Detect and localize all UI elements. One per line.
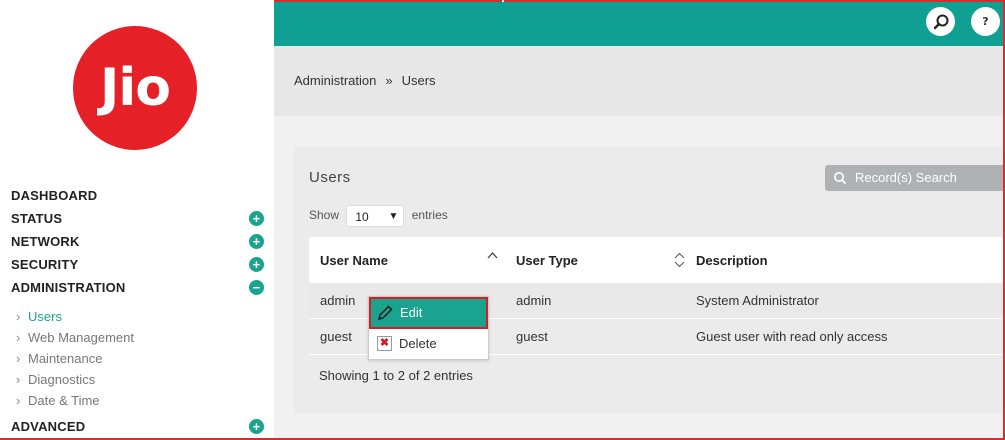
help-button[interactable]: ?: [971, 7, 1000, 36]
collapse-minus-icon[interactable]: −: [249, 280, 264, 295]
main-nav: DASHBOARD STATUS + NETWORK + SECURITY + …: [0, 184, 274, 438]
subnav-item-label: Users: [28, 309, 62, 324]
cell-user-type: guest: [516, 318, 696, 355]
chevron-right-icon: ›: [16, 372, 21, 387]
search-icon: [933, 14, 948, 29]
cell-description: Guest user with read only access: [696, 318, 1005, 355]
column-header-user-name[interactable]: User Name: [309, 237, 516, 283]
table-info: Showing 1 to 2 of 2 entries: [319, 368, 473, 383]
nav-item-label: ADMINISTRATION: [11, 280, 126, 295]
help-icon: ?: [982, 15, 989, 28]
subnav-item-web-management[interactable]: › Web Management: [0, 327, 274, 348]
pencil-icon: [376, 304, 394, 325]
subnav-item-date-time[interactable]: › Date & Time: [0, 390, 274, 411]
breadcrumb: Administration » Users: [294, 73, 436, 88]
nav-item-dashboard[interactable]: DASHBOARD: [0, 184, 274, 207]
cell-description: System Administrator: [696, 283, 1005, 319]
subnav-item-diagnostics[interactable]: › Diagnostics: [0, 369, 274, 390]
breadcrumb-bar: Administration » Users: [274, 46, 1005, 116]
table-header-row: User Name User Type Description: [309, 237, 1005, 283]
top-header: ?: [274, 2, 1005, 46]
expand-plus-icon[interactable]: +: [249, 211, 264, 226]
chevron-right-icon: ›: [16, 330, 21, 345]
subnav-item-label: Diagnostics: [28, 372, 96, 387]
edit-menu-item[interactable]: Edit: [369, 297, 488, 329]
nav-item-security[interactable]: SECURITY +: [0, 253, 274, 276]
breadcrumb-current: Users: [401, 73, 436, 88]
jio-logo: Jio: [73, 26, 197, 150]
nav-item-advanced[interactable]: ADVANCED +: [0, 415, 274, 438]
users-panel: Users Record(s) Search Show 10 ▼ entries…: [294, 146, 1005, 414]
chevron-right-icon: ›: [16, 309, 21, 324]
subnav-item-label: Maintenance: [28, 351, 103, 366]
nav-item-label: ADVANCED: [11, 419, 86, 434]
row-context-menu: Edit ✖ Delete: [368, 296, 489, 360]
expand-plus-icon[interactable]: +: [249, 234, 264, 249]
page-size-value: 10: [355, 209, 369, 224]
subnav-item-label: Web Management: [28, 330, 134, 345]
delete-label: Delete: [399, 336, 437, 351]
column-header-user-type[interactable]: User Type: [516, 237, 696, 283]
entries-label: entries: [411, 208, 448, 222]
search-placeholder: Record(s) Search: [855, 170, 957, 185]
nav-item-network[interactable]: NETWORK +: [0, 230, 274, 253]
subnav-item-label: Date & Time: [28, 393, 100, 408]
column-header-label: Description: [696, 252, 768, 268]
column-header-description[interactable]: Description: [696, 237, 1005, 283]
sort-both-icon: [674, 252, 685, 271]
breadcrumb-separator: »: [385, 73, 393, 88]
delete-x-icon: ✖: [377, 336, 392, 351]
breadcrumb-root[interactable]: Administration: [294, 73, 376, 88]
search-icon: [833, 165, 847, 200]
nav-item-status[interactable]: STATUS +: [0, 207, 274, 230]
chevron-right-icon: ›: [16, 393, 21, 408]
cell-user-type: admin: [516, 283, 696, 319]
expand-plus-icon[interactable]: +: [249, 257, 264, 272]
subnav-item-users[interactable]: › Users: [0, 306, 274, 327]
record-search-input[interactable]: Record(s) Search: [825, 165, 1005, 191]
show-label: Show: [309, 208, 340, 222]
sidebar: Jio DASHBOARD STATUS + NETWORK + SECURIT…: [0, 0, 274, 440]
chevron-right-icon: ›: [16, 351, 21, 366]
header-search-button[interactable]: [926, 7, 955, 36]
nav-item-label: SECURITY: [11, 257, 79, 272]
column-header-label: User Type: [516, 252, 578, 268]
column-header-label: User Name: [320, 252, 388, 268]
expand-plus-icon[interactable]: +: [249, 419, 264, 434]
chevron-down-icon: ▼: [388, 210, 399, 222]
main-content: Administration » Users Users Record(s) Sea…: [274, 46, 1005, 440]
edit-label: Edit: [400, 305, 423, 320]
panel-title: Users: [309, 169, 351, 186]
subnav-item-maintenance[interactable]: › Maintenance: [0, 348, 274, 369]
page-size-select[interactable]: 10 ▼: [346, 204, 405, 227]
sort-ascending-icon: [487, 250, 498, 262]
page-size-control: Show 10 ▼ entries: [309, 203, 448, 227]
administration-subnav: › Users › Web Management › Maintenance › Dia…: [0, 299, 274, 415]
delete-menu-item[interactable]: ✖ Delete: [369, 331, 488, 357]
nav-item-label: STATUS: [11, 211, 63, 226]
nav-item-label: NETWORK: [11, 234, 80, 249]
nav-item-label: DASHBOARD: [11, 188, 98, 203]
nav-item-administration[interactable]: ADMINISTRATION −: [0, 276, 274, 299]
